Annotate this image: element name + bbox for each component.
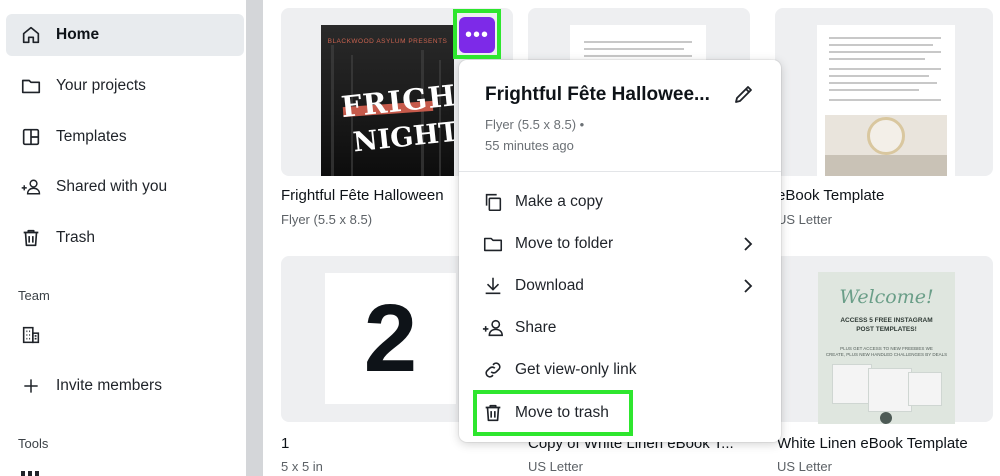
sidebar-item-home[interactable]: Home bbox=[6, 14, 244, 56]
design-card-subtitle: 5 x 5 in bbox=[281, 459, 323, 474]
highlight-box-move-to-trash bbox=[473, 390, 633, 436]
number-thumbnail: 2 bbox=[325, 273, 456, 404]
sidebar-item-your-projects[interactable]: Your projects bbox=[6, 65, 244, 107]
menu-design-type: Flyer (5.5 x 8.5) • bbox=[485, 117, 585, 132]
design-card-subtitle: US Letter bbox=[528, 459, 583, 474]
invite-members-label: Invite members bbox=[56, 377, 162, 394]
fright-night-thumbnail: BLACKWOOD ASYLUM PRESENTS FRIGHT NIGHT bbox=[321, 25, 454, 176]
menu-item-get-view-only-link[interactable]: Get view-only link bbox=[467, 351, 773, 389]
sidebar-item-label: Shared with you bbox=[56, 178, 168, 195]
sidebar-item-label: Templates bbox=[56, 128, 127, 145]
menu-design-time: 55 minutes ago bbox=[485, 138, 574, 153]
invite-members-button[interactable]: Invite members bbox=[6, 365, 244, 407]
sidebar-item-label: Home bbox=[56, 26, 100, 43]
chevron-right-icon bbox=[741, 279, 755, 293]
design-card-subtitle: US Letter bbox=[777, 212, 832, 227]
design-card-subtitle: Flyer (5.5 x 8.5) bbox=[281, 212, 373, 227]
sidebar-item-shared-with-you[interactable]: Shared with you bbox=[6, 166, 244, 208]
tools-apps-icon[interactable] bbox=[21, 470, 39, 476]
menu-item-label: Make a copy bbox=[515, 193, 603, 210]
thumbnail-fine2: CREATE, PLUS NEW HANDLED CHALLENGES BY D… bbox=[825, 352, 948, 357]
menu-design-title: Frightful Fête Hallowee... bbox=[485, 84, 710, 105]
design-card-title[interactable]: eBook Template bbox=[777, 187, 993, 204]
design-card-title[interactable]: 1 bbox=[281, 435, 289, 452]
menu-divider bbox=[459, 171, 781, 172]
sidebar-item-templates[interactable]: Templates bbox=[6, 116, 244, 158]
tools-section-label: Tools bbox=[18, 436, 49, 451]
sidebar-item-label: Your projects bbox=[56, 77, 146, 94]
thumbnail-title-line1: FRIGHT bbox=[339, 75, 454, 125]
design-context-menu: Frightful Fête Hallowee... Flyer (5.5 x … bbox=[459, 60, 781, 442]
ebook-thumbnail bbox=[817, 25, 955, 176]
design-card-subtitle: US Letter bbox=[777, 459, 832, 474]
people-icon bbox=[20, 176, 42, 198]
thumbnail-line2: POST TEMPLATES! bbox=[856, 326, 917, 333]
folder-icon bbox=[20, 75, 42, 97]
thumbnail-heading: Welcome! bbox=[839, 286, 934, 308]
sidebar-scrollbar[interactable] bbox=[246, 0, 263, 476]
menu-item-label: Get view-only link bbox=[515, 361, 637, 378]
menu-item-label: Move to folder bbox=[515, 235, 614, 252]
menu-item-share[interactable]: Share bbox=[467, 309, 773, 347]
sidebar: Home Your projects Templates Shared with… bbox=[0, 0, 246, 476]
team-section-label: Team bbox=[18, 288, 50, 303]
building-icon bbox=[20, 324, 42, 346]
sidebar-item-trash[interactable]: Trash bbox=[6, 217, 244, 259]
plus-icon bbox=[20, 375, 42, 397]
chevron-right-icon bbox=[741, 237, 755, 251]
download-icon bbox=[481, 274, 505, 298]
menu-item-download[interactable]: Download bbox=[467, 267, 773, 305]
menu-item-make-a-copy[interactable]: Make a copy bbox=[467, 183, 773, 221]
templates-icon bbox=[20, 126, 42, 148]
design-card-title[interactable]: Frightful Fête Halloween bbox=[281, 187, 457, 204]
trash-icon bbox=[20, 227, 42, 249]
welcome-thumbnail: Welcome! ACCESS 5 FREE INSTAGRAM POST TE… bbox=[818, 272, 955, 424]
copy-icon bbox=[481, 190, 505, 214]
design-card-title[interactable]: White Linen eBook Template bbox=[777, 435, 968, 452]
menu-item-move-to-folder[interactable]: Move to folder bbox=[467, 225, 773, 263]
share-people-icon bbox=[481, 316, 505, 340]
link-icon bbox=[481, 358, 505, 382]
folder-icon bbox=[481, 232, 505, 256]
home-icon bbox=[20, 24, 42, 46]
menu-item-label: Download bbox=[515, 277, 584, 294]
thumbnail-line1: ACCESS 5 FREE INSTAGRAM bbox=[840, 317, 933, 324]
menu-item-label: Share bbox=[515, 319, 557, 336]
highlight-box-more-button bbox=[453, 9, 501, 59]
sidebar-item-label: Trash bbox=[56, 229, 96, 246]
pencil-icon[interactable] bbox=[732, 82, 756, 106]
team-item[interactable] bbox=[6, 314, 244, 356]
thumbnail-header-text: BLACKWOOD ASYLUM PRESENTS bbox=[327, 38, 448, 45]
